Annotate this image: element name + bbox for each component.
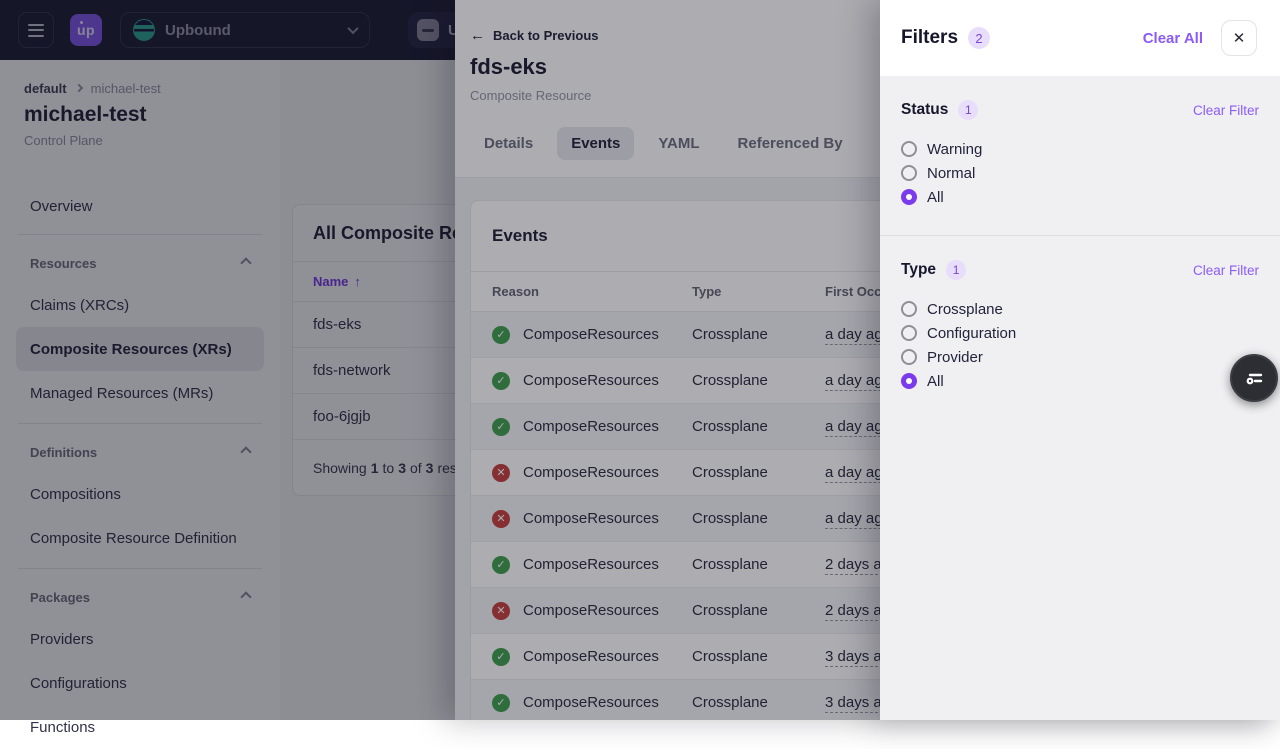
filter-radio-option[interactable]: Crossplane (901, 297, 1259, 321)
close-filters-button[interactable]: ✕ (1221, 20, 1257, 56)
clear-all-button[interactable]: Clear All (1143, 30, 1203, 47)
radio-icon (901, 141, 917, 157)
filter-radio-option[interactable]: Configuration (901, 321, 1259, 345)
clear-filter-button[interactable]: Clear Filter (1193, 103, 1259, 118)
filter-groups: Status 1 Clear Filter Warning Normal All… (880, 76, 1280, 419)
filter-radio-option[interactable]: All (901, 369, 1259, 393)
filter-option-label: Configuration (927, 325, 1016, 342)
filter-options: Warning Normal All (901, 137, 1259, 209)
filters-title: Filters (901, 27, 958, 49)
radio-icon (901, 165, 917, 181)
filter-radio-option[interactable]: Warning (901, 137, 1259, 161)
filters-fab-button[interactable] (1230, 354, 1278, 402)
filters-drawer: Filters 2 Clear All ✕ Status 1 Clear Fil… (880, 0, 1280, 720)
filter-radio-option[interactable]: Provider (901, 345, 1259, 369)
filter-group-count-badge: 1 (958, 100, 978, 120)
filter-option-label: All (927, 189, 944, 206)
filter-option-label: Crossplane (927, 301, 1003, 318)
filter-option-label: Provider (927, 349, 983, 366)
filter-group: Type 1 Clear Filter Crossplane Configura… (880, 235, 1280, 419)
filter-group-count-badge: 1 (946, 260, 966, 280)
filter-group-label: Status (901, 101, 948, 119)
filter-group-label: Type (901, 261, 936, 279)
filter-options: Crossplane Configuration Provider All (901, 297, 1259, 393)
clear-filter-button[interactable]: Clear Filter (1193, 263, 1259, 278)
filter-group: Status 1 Clear Filter Warning Normal All (880, 76, 1280, 235)
filter-radio-option[interactable]: Normal (901, 161, 1259, 185)
filter-sliders-icon (1242, 366, 1266, 390)
filter-option-label: All (927, 373, 944, 390)
filters-header: Filters 2 Clear All ✕ (880, 0, 1280, 76)
radio-icon (901, 325, 917, 341)
close-icon: ✕ (1233, 29, 1246, 47)
filter-option-label: Warning (927, 141, 982, 158)
filters-count-badge: 2 (968, 27, 990, 49)
filter-radio-option[interactable]: All (901, 185, 1259, 209)
radio-icon (901, 373, 917, 389)
filter-option-label: Normal (927, 165, 975, 182)
radio-icon (901, 349, 917, 365)
radio-icon (901, 189, 917, 205)
radio-icon (901, 301, 917, 317)
